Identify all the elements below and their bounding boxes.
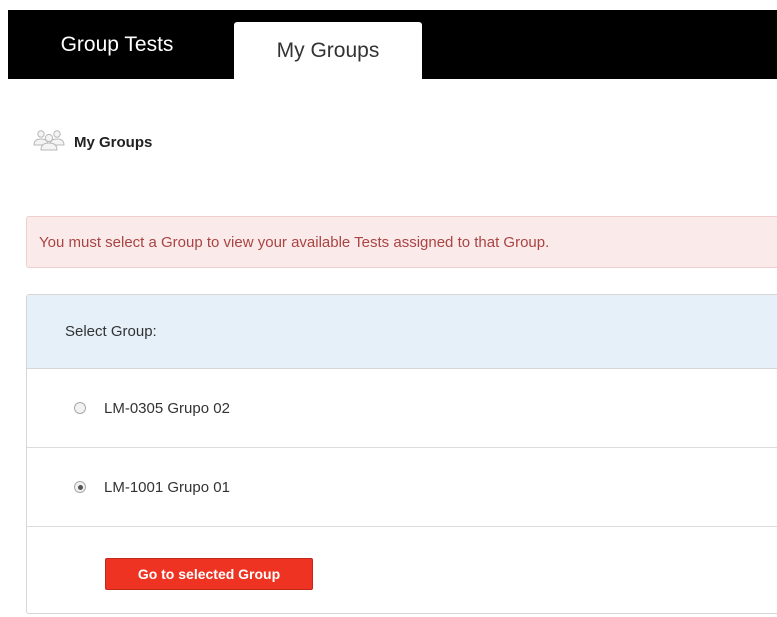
select-group-panel: Select Group: LM-0305 Grupo 02 LM-1001 G… (26, 294, 777, 614)
group-option-row[interactable]: LM-0305 Grupo 02 (27, 369, 777, 448)
tab-my-groups[interactable]: My Groups (234, 22, 422, 79)
tab-label: My Groups (276, 38, 380, 62)
group-option-label: LM-0305 Grupo 02 (104, 399, 230, 417)
group-option-label: LM-1001 Grupo 01 (104, 478, 230, 496)
panel-header-label: Select Group: (65, 323, 157, 340)
alert-message: You must select a Group to view your ava… (26, 216, 777, 268)
group-radio[interactable] (74, 402, 86, 414)
top-nav-bar: Group Tests My Groups (8, 10, 777, 79)
alert-text: You must select a Group to view your ava… (39, 233, 550, 251)
go-to-selected-group-button[interactable]: Go to selected Group (105, 558, 313, 590)
tab-group-tests[interactable]: Group Tests (8, 10, 226, 79)
group-option-row[interactable]: LM-1001 Grupo 01 (27, 448, 777, 527)
group-radio[interactable] (74, 481, 86, 493)
panel-footer: Go to selected Group (27, 527, 777, 617)
users-group-icon (32, 128, 66, 157)
page-title: My Groups (74, 133, 153, 151)
page-heading: My Groups (32, 127, 152, 157)
panel-header: Select Group: (27, 295, 777, 369)
tab-label: Group Tests (60, 32, 174, 56)
